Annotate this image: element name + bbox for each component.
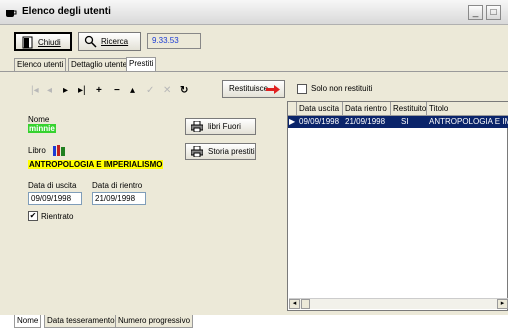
restituisce-label: Restituisce [229, 84, 269, 93]
tab-nome[interactable]: Nome [14, 315, 42, 328]
grid-col-restituito[interactable]: Restituito [391, 102, 427, 116]
data-rientro-label: Data di rientro [92, 181, 143, 190]
horizontal-scrollbar[interactable]: ◂ ▸ [289, 298, 508, 309]
search-button[interactable]: Ricerca [78, 32, 141, 51]
arrow-right-icon [266, 85, 280, 94]
tab-data-tesseramento[interactable]: Data tesseramento [44, 315, 118, 328]
prev-record-icon[interactable]: ◂ [47, 86, 52, 98]
tab-elenco-utenti[interactable]: Elenco utenti [14, 58, 67, 71]
grid-indicator-header [288, 102, 297, 116]
add-record-icon[interactable]: + [96, 86, 102, 98]
next-record-icon[interactable]: ▸ [63, 86, 68, 98]
nome-label: Nome [28, 115, 50, 124]
libri-fuori-button[interactable]: libri Fuori [185, 118, 256, 135]
tab-strip: Elenco utenti Dettaglio utente Prestiti [0, 57, 508, 72]
close-label: Chiudi [38, 38, 61, 47]
window-title: Elenco degli utenti [22, 6, 111, 17]
refresh-icon[interactable]: ↻ [180, 86, 188, 98]
door-icon [22, 36, 33, 49]
last-record-icon[interactable]: ▸| [78, 86, 86, 98]
cell-data-rientro: 21/09/1998 [345, 117, 386, 126]
grid-header: Data uscita Data rientro Restituito Tito… [288, 102, 508, 116]
clock-display: 9.33.53 [147, 33, 201, 49]
cell-titolo: ANTROPOLOGIA E IMPE [429, 117, 508, 126]
data-rientro-field[interactable]: 21/09/1998 [92, 192, 146, 205]
cell-restituito: SI [401, 117, 409, 126]
storia-prestiti-button[interactable]: Storia prestiti [185, 143, 256, 160]
tab-prestiti[interactable]: Prestiti [126, 57, 157, 72]
first-record-icon[interactable]: |◂ [31, 86, 39, 98]
printer-icon [191, 146, 203, 157]
grid-col-data-rientro[interactable]: Data rientro [343, 102, 391, 116]
restituisce-button[interactable]: Restituisce [222, 80, 285, 98]
grid-col-data-uscita[interactable]: Data uscita [297, 102, 343, 116]
main-window: Elenco degli utenti _ □ Chiudi Ricerca 9… [0, 0, 508, 329]
cancel-x-icon[interactable]: ✕ [163, 86, 171, 98]
scroll-thumb[interactable] [301, 299, 310, 309]
table-row[interactable]: ▶ 09/09/1998 21/09/1998 SI ANTROPOLOGIA … [288, 116, 508, 128]
row-pointer-icon: ▶ [289, 117, 296, 126]
prestiti-grid[interactable]: Data uscita Data rientro Restituito Tito… [287, 101, 508, 311]
libro-value: ANTROPOLOGIA E IMPERIALISMO [28, 160, 164, 169]
solo-non-restituiti-label: Solo non restituiti [311, 84, 373, 93]
data-uscita-label: Data di uscita [28, 181, 77, 190]
maximize-button[interactable]: □ [486, 5, 501, 20]
data-uscita-field[interactable]: 09/09/1998 [28, 192, 82, 205]
title-bar: Elenco degli utenti _ □ [0, 0, 508, 25]
books-icon [53, 145, 65, 156]
search-icon [84, 35, 97, 48]
libro-label: Libro [28, 146, 46, 155]
libri-fuori-label: libri Fuori [208, 122, 241, 131]
edit-up-icon[interactable]: ▴ [130, 86, 135, 98]
cup-icon [6, 10, 17, 17]
delete-record-icon[interactable]: − [114, 86, 120, 98]
grid-col-titolo[interactable]: Titolo [427, 102, 508, 116]
rientrato-checkbox[interactable]: ✔ [28, 211, 38, 221]
cell-data-uscita: 09/09/1998 [299, 117, 340, 126]
post-check-icon[interactable]: ✓ [146, 86, 154, 98]
tab-numero-progressivo[interactable]: Numero progressivo [115, 315, 194, 328]
solo-non-restituiti-checkbox[interactable] [297, 84, 307, 94]
storia-prestiti-label: Storia prestiti [208, 147, 255, 156]
close-button[interactable]: Chiudi [14, 32, 72, 51]
toolbar [0, 26, 508, 54]
search-label: Ricerca [101, 37, 129, 46]
printer-icon [191, 121, 203, 132]
tab-dettaglio-utente[interactable]: Dettaglio utente [68, 58, 131, 71]
rientrato-label: Rientrato [41, 212, 74, 221]
nome-value: minnie [28, 124, 56, 133]
scroll-left-icon[interactable]: ◂ [289, 299, 300, 309]
sort-tab-strip: Nome Data tesseramento Numero progressiv… [0, 315, 508, 329]
scroll-right-icon[interactable]: ▸ [497, 299, 508, 309]
minimize-button[interactable]: _ [468, 5, 483, 20]
